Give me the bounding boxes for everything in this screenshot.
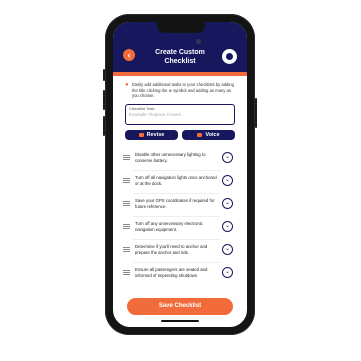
camera-icon — [196, 39, 201, 44]
notch — [157, 22, 205, 33]
page-title: Create Custom Checklist — [143, 48, 217, 66]
chevron-down-icon[interactable]: ⌄ — [222, 267, 233, 278]
drag-handle-icon[interactable] — [123, 247, 130, 248]
chevron-down-icon[interactable]: ⌄ — [222, 221, 233, 232]
divider — [133, 193, 221, 194]
chevron-down-icon[interactable]: ⌄ — [222, 175, 233, 186]
item-text: Determine if you'll need to anchor and p… — [135, 244, 208, 255]
back-button[interactable]: ‹ — [123, 49, 135, 61]
divider — [133, 170, 221, 171]
item-text: Ensure all passengers are seated and inf… — [135, 267, 208, 278]
drag-handle-icon[interactable] — [123, 270, 130, 271]
item-text: Turn off all navigation lights once anch… — [135, 175, 217, 186]
info-text: Easily add additional tasks to your chec… — [132, 82, 234, 99]
header-accent-bar — [113, 72, 247, 76]
info-message: ● Easily add additional tasks to your ch… — [125, 82, 238, 99]
revise-label: Revise — [146, 132, 165, 138]
checklist-task-input[interactable]: Checklist Task Example: Replace Covers..… — [125, 104, 235, 125]
voice-button[interactable]: Voice — [182, 130, 235, 140]
mute-switch — [103, 69, 105, 81]
chevron-down-icon[interactable]: ⌄ — [222, 198, 233, 209]
save-checklist-button[interactable]: Save Checklist — [127, 298, 233, 315]
title-line-2: Checklist — [164, 58, 196, 65]
list-item[interactable]: Turn off any unnecessary electronic navi… — [119, 219, 243, 237]
drag-handle-icon[interactable] — [123, 201, 130, 202]
location-pin-icon: ● — [125, 82, 129, 88]
microphone-icon — [197, 132, 203, 137]
power-button — [255, 98, 257, 128]
chevron-down-icon[interactable]: ⌄ — [222, 152, 233, 163]
chevron-down-icon[interactable]: ⌄ — [222, 244, 233, 255]
revise-icon — [138, 132, 144, 137]
drag-handle-icon[interactable] — [123, 224, 130, 225]
list-item[interactable]: Disable other unnecessary lighting to co… — [119, 150, 243, 168]
revise-button[interactable]: Revise — [125, 130, 178, 140]
input-label: Checklist Task — [129, 106, 155, 111]
divider — [133, 216, 221, 217]
item-text: Save your GPS coordinates if required fo… — [135, 198, 215, 209]
list-item[interactable]: Save your GPS coordinates if required fo… — [119, 196, 243, 214]
list-item[interactable]: Turn off all navigation lights once anch… — [119, 173, 243, 191]
item-text: Disable other unnecessary lighting to co… — [135, 152, 206, 163]
input-placeholder: Example: Replace Covers... — [129, 112, 185, 117]
voice-label: Voice — [205, 132, 220, 138]
item-text: Turn off any unnecessary electronic navi… — [135, 221, 203, 232]
home-indicator — [161, 320, 199, 322]
title-line-1: Create Custom — [155, 49, 205, 56]
list-item[interactable]: Ensure all passengers are seated and inf… — [119, 265, 243, 283]
divider — [133, 262, 221, 263]
divider — [133, 239, 221, 240]
volume-down-button — [103, 116, 105, 136]
drag-handle-icon[interactable] — [123, 178, 130, 179]
volume-up-button — [103, 90, 105, 110]
avatar[interactable] — [221, 48, 238, 65]
app-screen: ‹ Create Custom Checklist ● Easily add a… — [113, 22, 247, 327]
list-item[interactable]: Determine if you'll need to anchor and p… — [119, 242, 243, 260]
drag-handle-icon[interactable] — [123, 155, 130, 156]
